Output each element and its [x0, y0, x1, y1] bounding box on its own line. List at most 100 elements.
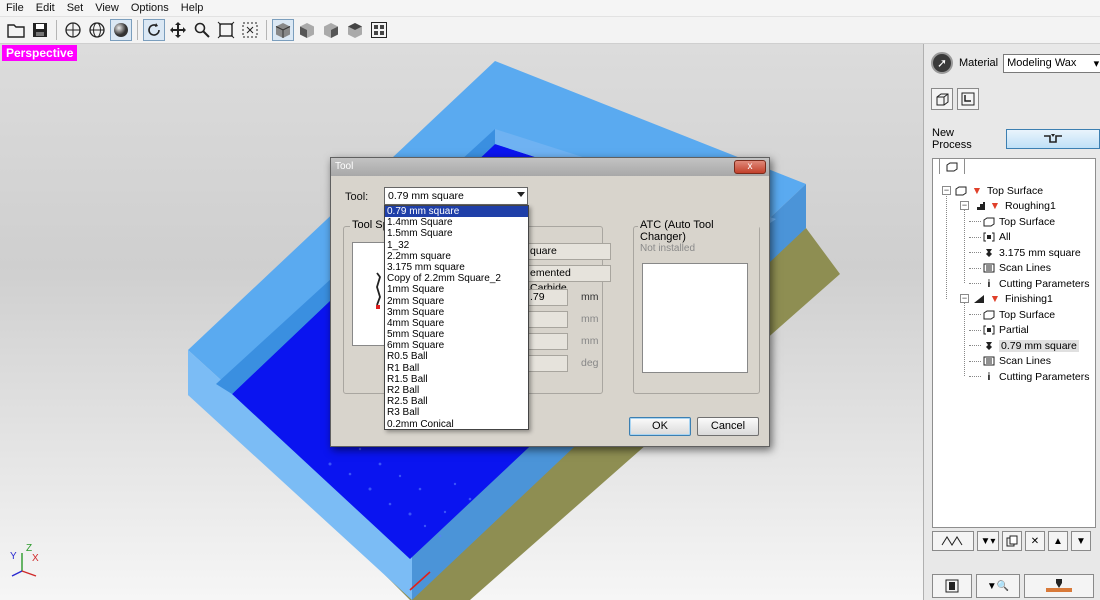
tool-option[interactable]: 3mm Square — [385, 307, 528, 318]
diameter-unit: mm — [581, 291, 599, 303]
tool-option[interactable]: R3 Ball — [385, 407, 528, 418]
tool-option[interactable]: 0.79 mm square — [385, 206, 528, 218]
process-funnel-icon: ▼ — [971, 184, 983, 197]
atc-list[interactable] — [642, 263, 748, 373]
shaded-sphere-icon[interactable] — [110, 19, 132, 41]
compass-icon[interactable]: ➚ — [931, 52, 953, 74]
move-icon[interactable] — [167, 19, 189, 41]
tree-item-top-surface[interactable]: ▼ Top Surface — [955, 183, 1043, 198]
tool-option[interactable]: R0.5 Ball — [385, 351, 528, 362]
new-process-label: New Process — [932, 127, 972, 151]
process-funnel-icon: ▼ — [989, 199, 1001, 212]
tool-name-field[interactable]: quare — [526, 243, 611, 260]
stock-box-icon[interactable] — [931, 88, 953, 110]
tree-tab-icon[interactable] — [939, 158, 965, 174]
view-iso-front-icon[interactable] — [272, 19, 294, 41]
tree-item-roughing-tool[interactable]: 3.175 mm square — [983, 245, 1081, 260]
funnel-menu-icon[interactable]: ▼▾ — [977, 531, 999, 551]
info-icon: i — [987, 277, 991, 290]
menu-options[interactable]: Options — [125, 2, 175, 14]
fit-view-icon[interactable] — [215, 19, 237, 41]
tree-item-finishing-scan[interactable]: Scan Lines — [983, 353, 1051, 368]
menu-set[interactable]: Set — [61, 2, 90, 14]
tool-option[interactable]: 1.5mm Square — [385, 228, 528, 239]
tool-option[interactable]: R2 Ball — [385, 385, 528, 396]
tree-collapse-toggle[interactable]: − — [960, 294, 969, 303]
tree-item-roughing-params[interactable]: i Cutting Parameters — [983, 276, 1090, 291]
tool-length-field[interactable] — [526, 311, 568, 328]
rotate-icon[interactable] — [143, 19, 165, 41]
view-iso-right-icon[interactable] — [320, 19, 342, 41]
menu-edit[interactable]: Edit — [30, 2, 61, 14]
tool-material-field[interactable]: emented Carbide — [526, 265, 611, 294]
cut-icon[interactable] — [1024, 574, 1094, 598]
preview-icon[interactable] — [932, 574, 972, 598]
move-down-icon[interactable]: ▼ — [1071, 531, 1091, 551]
tool-option[interactable]: R2.5 Ball — [385, 396, 528, 407]
zoom-window-icon[interactable] — [239, 19, 261, 41]
menu-view[interactable]: View — [89, 2, 125, 14]
process-tree-panel: − ▼ Top Surface − ▼ Roughing1 Top Surfac… — [932, 158, 1096, 528]
menu-file[interactable]: File — [0, 2, 30, 14]
tool-option[interactable]: R1 Ball — [385, 363, 528, 374]
add-path-icon[interactable] — [932, 531, 974, 551]
new-process-button[interactable] — [1006, 129, 1100, 149]
tree-item-roughing-surface[interactable]: Top Surface — [983, 214, 1055, 229]
toolbar — [0, 17, 1100, 44]
tree-item-roughing-area[interactable]: All — [983, 229, 1011, 244]
tree-item-finishing1[interactable]: ▼ Finishing1 — [973, 291, 1053, 306]
close-button[interactable]: x — [734, 160, 766, 174]
model-setup-icon[interactable] — [957, 88, 979, 110]
panel-footer-bar: ▼🔍 — [932, 574, 1096, 598]
view-fit-all-icon[interactable] — [368, 19, 390, 41]
tree-item-roughing-scan[interactable]: Scan Lines — [983, 260, 1051, 275]
tool-dropdown-list: 0.79 mm square 1.4mm Square 1.5mm Square 1_… — [384, 205, 529, 430]
cancel-button[interactable]: Cancel — [697, 417, 759, 436]
globe-grid-icon[interactable] — [86, 19, 108, 41]
tool-option[interactable]: 2.2mm square — [385, 251, 528, 262]
material-label: Material — [959, 57, 999, 69]
move-up-icon[interactable]: ▲ — [1048, 531, 1068, 551]
copy-icon[interactable] — [1002, 531, 1022, 551]
view-mode-label: Perspective — [2, 45, 78, 61]
tool-select[interactable]: 0.79 mm square — [384, 187, 528, 205]
length-unit: mm — [581, 313, 599, 325]
tool-option[interactable]: 3.175 mm square — [385, 262, 528, 273]
tool-option[interactable]: 2mm Square — [385, 296, 528, 307]
view-iso-left-icon[interactable] — [296, 19, 318, 41]
model-icon — [983, 216, 995, 228]
tool-option[interactable]: Copy of 2.2mm Square_2 — [385, 273, 528, 284]
axis-triad-icon: Y Z X — [8, 543, 42, 580]
tool-angle-field[interactable] — [526, 355, 568, 372]
tree-collapse-toggle[interactable]: − — [960, 201, 969, 210]
zoom-icon[interactable] — [191, 19, 213, 41]
tool-option[interactable]: 5mm Square — [385, 329, 528, 340]
tool-option[interactable]: 4mm Square — [385, 318, 528, 329]
tool-bit-icon — [983, 340, 995, 352]
tool-diameter-field[interactable]: .79 — [526, 289, 568, 306]
tool-search-icon[interactable]: ▼🔍 — [976, 574, 1020, 598]
material-select[interactable]: Modeling Wax ▾ — [1003, 53, 1100, 73]
tree-item-finishing-area[interactable]: Partial — [983, 322, 1029, 337]
tree-item-finishing-params[interactable]: i Cutting Parameters — [983, 369, 1090, 384]
view-iso-back-icon[interactable] — [344, 19, 366, 41]
ok-button[interactable]: OK — [629, 417, 691, 436]
tool-option[interactable]: 1mm Square — [385, 284, 528, 295]
delete-icon[interactable]: ✕ — [1025, 531, 1045, 551]
tree-item-finishing-tool[interactable]: 0.79 mm square — [983, 338, 1079, 353]
axis-x-label: X — [32, 553, 39, 564]
tree-item-finishing-surface[interactable]: Top Surface — [983, 307, 1055, 322]
save-icon[interactable] — [29, 19, 51, 41]
tool-option[interactable]: R1.5 Ball — [385, 374, 528, 385]
tree-collapse-toggle[interactable]: − — [942, 186, 951, 195]
globe-icon[interactable] — [62, 19, 84, 41]
tool-flute-field[interactable] — [526, 333, 568, 350]
tree-item-roughing1[interactable]: ▼ Roughing1 — [973, 198, 1056, 213]
open-folder-icon[interactable] — [5, 19, 27, 41]
tool-option[interactable]: 1.4mm Square — [385, 217, 528, 228]
tool-option[interactable]: 6mm Square — [385, 340, 528, 351]
toolbar-separator — [266, 20, 267, 40]
menu-help[interactable]: Help — [175, 2, 210, 14]
tool-option[interactable]: 1_32 — [385, 240, 528, 251]
tool-option[interactable]: 0.2mm Conical — [385, 419, 528, 430]
